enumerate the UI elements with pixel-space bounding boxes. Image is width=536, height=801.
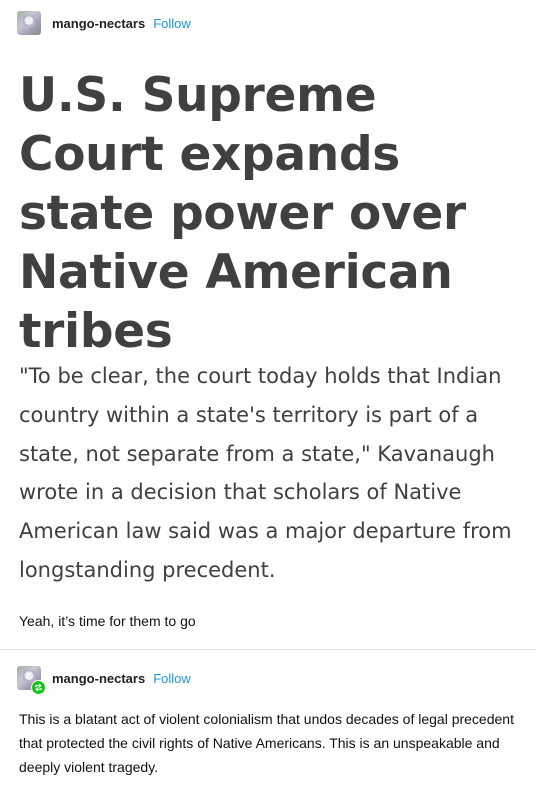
follow-button[interactable]: Follow [153, 16, 191, 31]
avatar-image [23, 15, 35, 31]
post-header: mango-nectars Follow [17, 11, 191, 35]
avatar[interactable] [17, 11, 41, 35]
username-link[interactable]: mango-nectars [52, 16, 145, 31]
post-caption: Yeah, it’s time for them to go [19, 613, 196, 629]
divider [0, 649, 536, 650]
article-headline: U.S. Supreme Court expands state power o… [19, 68, 466, 359]
reblog-header: mango-nectars Follow [17, 666, 191, 695]
article-quote: "To be clear, the court today holds that… [19, 364, 512, 582]
reblog-body: This is a blatant act of violent colonia… [19, 711, 514, 775]
reblog-icon [31, 680, 46, 695]
reblog-avatar[interactable] [17, 666, 46, 695]
reblog-username-link[interactable]: mango-nectars [52, 671, 145, 686]
reblog-follow-button[interactable]: Follow [153, 671, 191, 686]
